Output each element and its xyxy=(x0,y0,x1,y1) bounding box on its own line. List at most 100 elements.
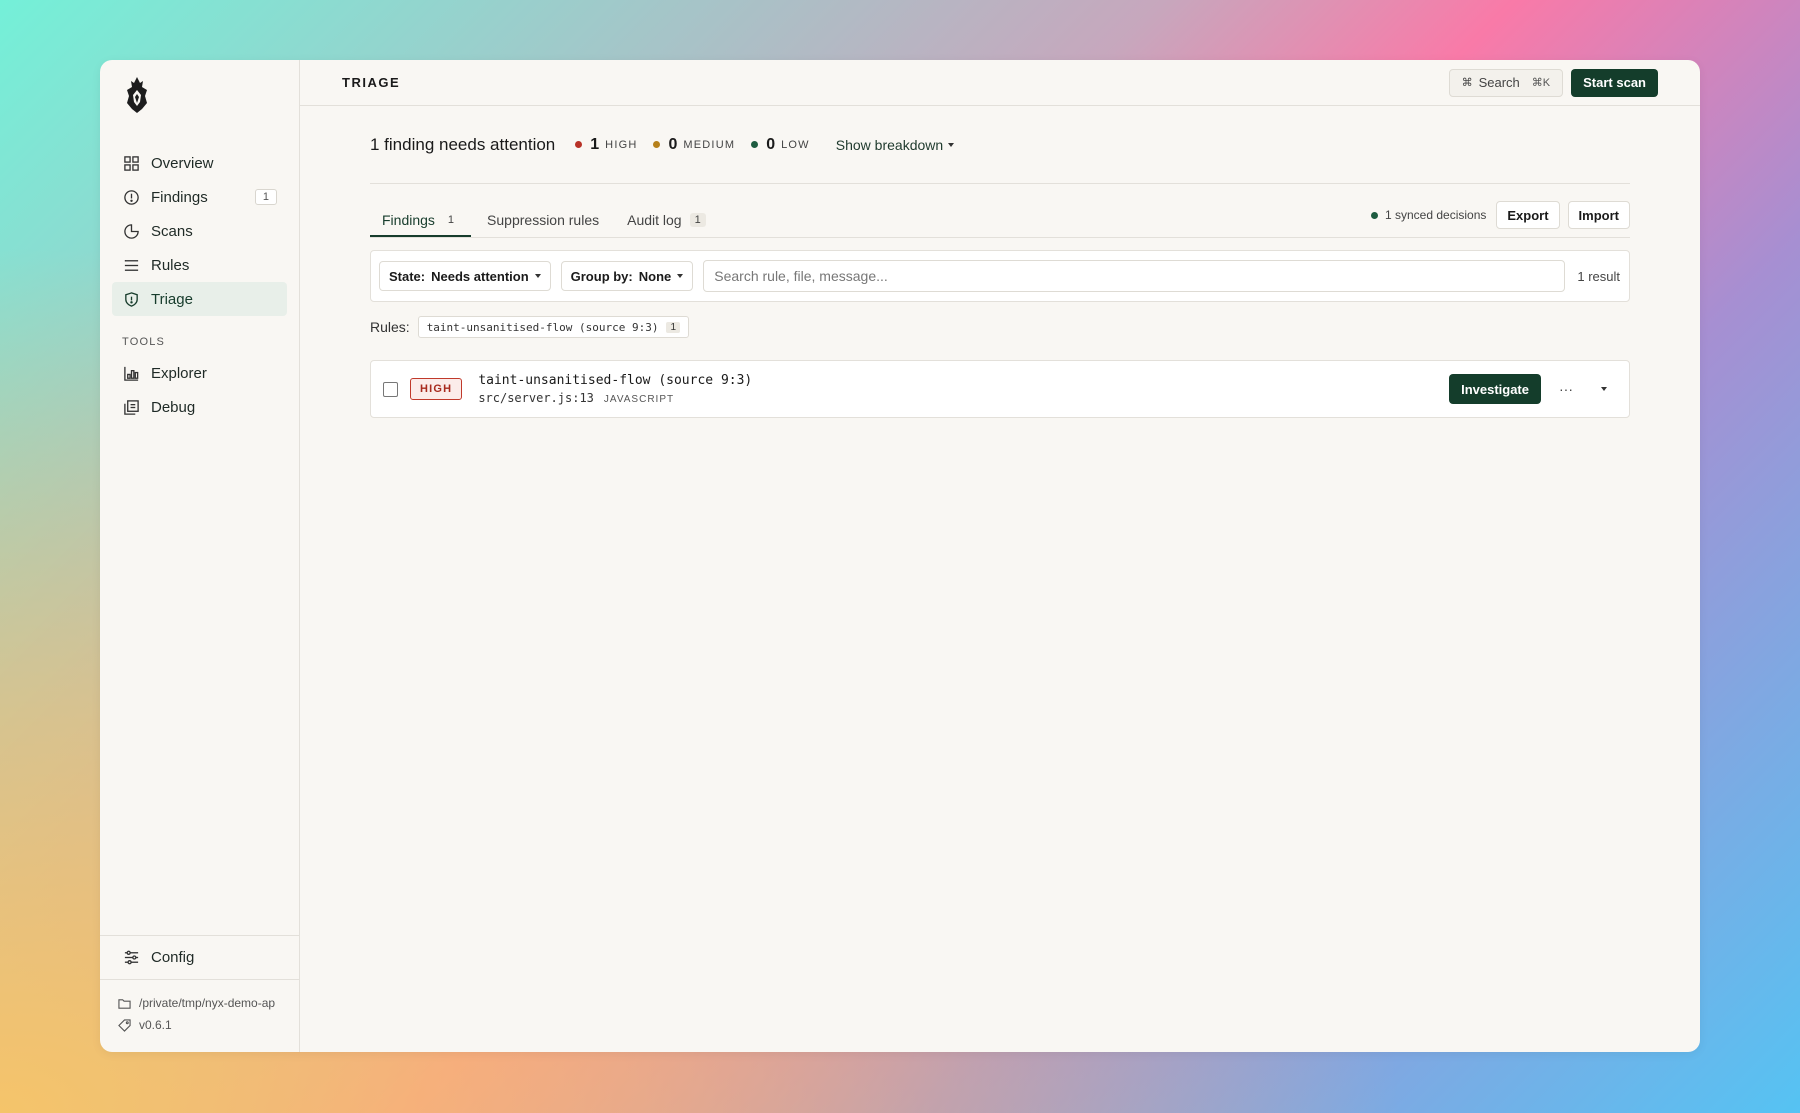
tab-count: 1 xyxy=(689,213,706,227)
search-label: Search xyxy=(1478,75,1520,90)
severity-badge: HIGH xyxy=(410,378,463,400)
sidebar-item-scans[interactable]: Scans xyxy=(112,214,287,248)
project-meta: /private/tmp/nyx-demo-ap v0.6.1 xyxy=(100,979,299,1052)
rule-chip-count: 1 xyxy=(666,321,681,333)
sidebar-item-label: Triage xyxy=(151,290,193,308)
tab-label: Suppression rules xyxy=(487,212,600,228)
high-label: HIGH xyxy=(605,138,638,151)
tab-audit-log[interactable]: Audit log 1 xyxy=(615,212,718,237)
caret-down-icon xyxy=(948,142,955,147)
finding-title[interactable]: taint-unsanitised-flow (source 9:3) xyxy=(478,373,752,388)
attention-summary: 1 finding needs attention 1 HIGH 0 MEDIU… xyxy=(370,106,1630,184)
import-button[interactable]: Import xyxy=(1567,201,1630,229)
sidebar-item-label: Findings xyxy=(151,188,208,206)
sidebar-item-label: Overview xyxy=(151,154,214,172)
sync-actions: 1 synced decisions Export Import xyxy=(1370,201,1630,229)
shield-icon xyxy=(122,188,140,206)
medium-count: 0 xyxy=(668,135,678,153)
page-title: TRIAGE xyxy=(342,75,401,90)
rule-chip-label: taint-unsanitised-flow (source 9:3) xyxy=(426,320,659,334)
expand-chevron-icon[interactable] xyxy=(1591,376,1617,402)
sidebar-item-config[interactable]: Config xyxy=(100,935,299,979)
group-by-value: None xyxy=(638,268,672,284)
project-path: /private/tmp/nyx-demo-ap xyxy=(118,992,281,1014)
summary-title: 1 finding needs attention xyxy=(370,134,556,154)
low-label: LOW xyxy=(781,138,810,151)
sidebar-item-rules[interactable]: Rules xyxy=(112,248,287,282)
sidebar-item-findings[interactable]: Findings 1 xyxy=(112,180,287,214)
sidebar-item-debug[interactable]: Debug xyxy=(112,390,287,424)
high-summary: 1 HIGH xyxy=(575,136,637,154)
investigate-button[interactable]: Investigate xyxy=(1449,374,1541,404)
filter-bar: State: Needs attention Group by: None 1 … xyxy=(370,250,1630,302)
sidebar-item-label: Debug xyxy=(151,398,196,416)
high-count: 1 xyxy=(590,135,600,153)
logo-icon[interactable] xyxy=(124,76,150,114)
show-breakdown-toggle[interactable]: Show breakdown xyxy=(835,136,955,153)
finding-path[interactable]: src/server.js:13 xyxy=(478,391,594,405)
rules-filter-row: Rules: taint-unsanitised-flow (source 9:… xyxy=(370,302,1630,352)
findings-count-badge: 1 xyxy=(254,189,277,205)
list-icon xyxy=(122,256,140,274)
tools-section-label: TOOLS xyxy=(122,336,166,348)
findings-search-input[interactable] xyxy=(703,260,1566,292)
low-summary: 0 LOW xyxy=(751,136,810,154)
triage-content: 1 finding needs attention 1 HIGH 0 MEDIU… xyxy=(370,106,1630,418)
copy-icon xyxy=(122,398,140,416)
state-filter-select[interactable]: State: Needs attention xyxy=(379,261,551,291)
caret-down-icon xyxy=(534,274,541,278)
sliders-icon xyxy=(122,949,140,967)
chart-icon xyxy=(122,364,140,382)
state-filter-value: Needs attention xyxy=(431,268,529,284)
caret-down-icon xyxy=(677,274,684,278)
tab-count: 1 xyxy=(447,214,455,226)
result-count: 1 result xyxy=(1577,268,1620,284)
project-path-text: /private/tmp/nyx-demo-ap xyxy=(139,996,276,1010)
low-count: 0 xyxy=(766,135,776,153)
finding-details: taint-unsanitised-flow (source 9:3) src/… xyxy=(478,373,752,405)
sidebar-item-explorer[interactable]: Explorer xyxy=(112,356,287,390)
sidebar-footer: Config /private/tmp/nyx-demo-ap v0.6.1 xyxy=(100,935,299,1052)
more-options-icon[interactable]: ··· xyxy=(1553,376,1579,402)
sidebar-item-label: Rules xyxy=(151,256,190,274)
finding-actions: Investigate ··· xyxy=(1449,374,1617,404)
app-window: Overview Findings 1 Scans Rules Triage T… xyxy=(100,60,1700,1052)
sidebar-nav: Overview Findings 1 Scans Rules Triage T… xyxy=(112,146,287,424)
tab-label: Findings xyxy=(382,212,435,228)
finding-checkbox[interactable] xyxy=(383,381,398,397)
sidebar: Overview Findings 1 Scans Rules Triage T… xyxy=(100,60,300,1052)
rule-chip[interactable]: taint-unsanitised-flow (source 9:3) 1 xyxy=(417,316,690,338)
folder-icon xyxy=(118,998,131,1009)
sidebar-item-label: Explorer xyxy=(151,364,207,382)
tag-icon xyxy=(118,1018,131,1032)
tab-bar: Findings 1 Suppression rules Audit log 1… xyxy=(370,184,1630,238)
pie-icon xyxy=(122,222,140,240)
start-scan-button[interactable]: Start scan xyxy=(1571,68,1658,97)
tab-label: Audit log xyxy=(627,212,682,228)
breakdown-label: Show breakdown xyxy=(835,136,944,153)
finding-language: JAVASCRIPT xyxy=(603,394,675,405)
main-panel: TRIAGE ⌘ Search ⌘K Start scan 1 finding … xyxy=(300,60,1700,1052)
top-actions: ⌘ Search ⌘K Start scan xyxy=(1448,68,1658,97)
grid-icon xyxy=(122,154,140,172)
group-by-label: Group by: xyxy=(570,268,633,284)
app-version: v0.6.1 xyxy=(118,1014,281,1036)
app-version-text: v0.6.1 xyxy=(139,1018,172,1032)
state-filter-label: State: xyxy=(389,268,426,284)
finding-row[interactable]: HIGH taint-unsanitised-flow (source 9:3)… xyxy=(370,360,1630,418)
sync-status: 1 synced decisions xyxy=(1370,208,1486,222)
global-search-button[interactable]: ⌘ Search ⌘K xyxy=(1448,68,1564,97)
medium-summary: 0 MEDIUM xyxy=(653,136,735,154)
group-by-select[interactable]: Group by: None xyxy=(560,261,694,291)
config-label: Config xyxy=(151,949,195,966)
topbar: TRIAGE ⌘ Search ⌘K Start scan xyxy=(300,60,1700,106)
caret-down-icon xyxy=(1601,387,1607,391)
tab-findings[interactable]: Findings 1 xyxy=(370,212,472,237)
finding-location: src/server.js:13 JAVASCRIPT xyxy=(478,391,752,405)
sidebar-item-overview[interactable]: Overview xyxy=(112,146,287,180)
tab-suppression-rules[interactable]: Suppression rules xyxy=(475,212,611,237)
sync-dot-icon xyxy=(1370,211,1378,219)
sidebar-item-triage[interactable]: Triage xyxy=(112,282,287,316)
export-button[interactable]: Export xyxy=(1496,201,1560,229)
shield-check-icon xyxy=(122,290,140,308)
